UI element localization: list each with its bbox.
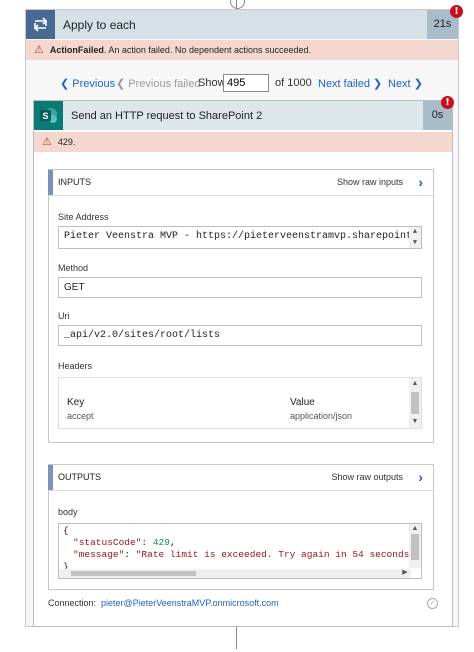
code-message-line: "message": "Rate limit is exceeded. Try … [73,549,422,560]
uri-label: Uri [58,311,70,321]
uri-value: _api/v2.0/sites/root/lists [64,330,221,341]
inputs-section: INPUTS Show raw inputs › Site Address Pi… [48,169,434,443]
message-value: "Rate limit is exceeded. Try again in 54… [135,549,422,560]
previous-label: Previous [72,78,116,90]
chevron-left-icon: ❮ [60,78,70,90]
scroll-right-icon[interactable]: ▶ [399,569,411,577]
uri-field[interactable]: _api/v2.0/sites/root/lists [58,325,422,346]
outputs-section-header: OUTPUTS Show raw outputs › [49,465,433,491]
error-badge-icon: ! [450,5,463,18]
scroll-up-icon[interactable]: ▲ [409,228,421,236]
header-value-cell: application/json [290,411,353,421]
scrollbar-thumb[interactable] [71,571,196,576]
code-status-line: "statusCode": 429, [73,537,176,548]
scrollbar[interactable]: ▲ ▼ [409,378,421,428]
scroll-down-icon[interactable]: ▼ [409,239,421,247]
method-value: GET [64,282,85,293]
error-badge-icon: ! [441,96,454,109]
code-open-brace: { [63,525,69,536]
headers-label: Headers [58,361,93,371]
apply-to-each-header[interactable]: Apply to each 21s [26,10,458,39]
inputs-label: INPUTS [58,177,92,187]
warning-icon: ⚠ [42,136,52,148]
connection-info: Connection: pieter@PieterVeenstraMVP.onmi… [48,598,279,608]
header-key-cell: accept [67,411,94,421]
iteration-pager: ❮ Previous ❮ Previous failed Show of 100… [26,74,458,94]
page-number-input[interactable] [223,74,269,92]
connector-line-top [236,0,237,9]
next-failed-label: Next failed [318,78,370,90]
status-code-banner: ⚠ 429. [34,132,452,152]
method-label: Method [58,263,89,273]
action-failed-banner: ⚠ ActionFailed. An action failed. No depe… [26,40,458,60]
scrollbar-thumb[interactable] [411,392,419,414]
headers-column-key: Key [67,397,85,408]
scroll-up-icon[interactable]: ▲ [409,525,421,533]
horizontal-scrollbar[interactable]: ▶ [59,569,411,578]
page-total: of 1000 [275,77,312,89]
warning-icon: ⚠ [34,44,44,56]
chevron-right-icon[interactable]: › [418,170,423,195]
connection-account-link[interactable]: pieter@PieterVeenstraMVP.onmicrosoft.com [101,598,279,608]
connection-label: Connection: [48,598,97,608]
sharepoint-action-title: Send an HTTP request to SharePoint 2 [71,110,263,122]
previous-failed-label: Previous failed [128,78,201,90]
site-address-value: Pieter Veenstra MVP - https://pieterveen… [64,231,422,242]
show-label: Show [198,77,226,89]
svg-text:S: S [42,111,48,121]
next-label: Next [388,78,411,90]
next-failed-button[interactable]: Next failed ❯ [318,77,382,90]
body-label: body [58,507,78,517]
inputs-section-header: INPUTS Show raw inputs › [49,170,433,196]
chevron-right-icon[interactable]: › [418,465,423,490]
scrollbar[interactable]: ▲ ▼ [409,227,421,248]
status-value: 429 [152,537,170,548]
previous-failed-button[interactable]: ❮ Previous failed [116,77,200,90]
apply-to-each-title: Apply to each [63,18,136,32]
check-circle-icon: ✓ [427,598,438,609]
sharepoint-icon: S [34,101,63,130]
show-raw-outputs-link[interactable]: Show raw outputs [331,465,403,490]
show-raw-inputs-link[interactable]: Show raw inputs [337,170,403,195]
status-key: "statusCode" [73,537,142,548]
outputs-label: OUTPUTS [58,472,102,482]
status-code-text: 429. [57,137,76,147]
chevron-right-icon: ❯ [373,78,383,90]
previous-button[interactable]: ❮ Previous [60,77,115,90]
headers-table: Key Value accept application/json ▲ ▼ [58,377,422,429]
connector-line-bottom [236,627,237,649]
sharepoint-action-card: S Send an HTTP request to SharePoint 2 0… [33,96,454,627]
scrollbar-thumb[interactable] [411,534,419,560]
site-address-field[interactable]: Pieter Veenstra MVP - https://pieterveen… [58,226,422,249]
next-button[interactable]: Next ❯ [388,77,423,90]
outputs-section: OUTPUTS Show raw outputs › body { "statu… [48,464,434,590]
connector-knob [230,0,245,9]
sharepoint-action-header[interactable]: S Send an HTTP request to SharePoint 2 0… [34,101,452,130]
loop-icon [26,10,55,39]
banner-text: . An action failed. No dependent actions… [103,45,312,55]
site-address-label: Site Address [58,212,109,222]
method-field[interactable]: GET [58,277,422,298]
headers-column-value: Value [290,397,315,408]
message-key: "message" [73,549,125,560]
chevron-right-icon: ❯ [413,78,423,90]
scroll-down-icon[interactable]: ▼ [409,418,421,426]
chevron-left-icon: ❮ [116,78,126,90]
apply-to-each-card: Apply to each 21s ! ⚠ ActionFailed. An ac… [25,5,463,627]
banner-bold: ActionFailed [49,45,104,55]
scrollbar[interactable]: ▲ [409,524,421,568]
body-code-viewer[interactable]: { "statusCode": 429, "message": "Rate li… [58,523,422,579]
scroll-up-icon[interactable]: ▲ [409,380,421,388]
